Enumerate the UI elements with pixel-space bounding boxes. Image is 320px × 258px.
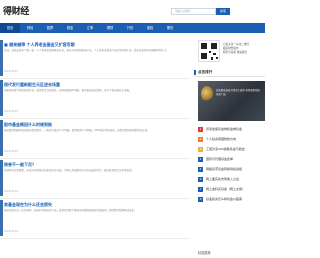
- article-title[interactable]: 保代发行重新配生元区进去场重: [4, 82, 60, 88]
- rank-item[interactable]: 1 养老金保养金券和金券基金: [198, 125, 265, 135]
- article-summary: 基金赎回到账时间因基金类型而异，一般货币基金T+1到账，股票基金T+3到账，QD…: [4, 129, 150, 132]
- section-accent: [194, 70, 196, 75]
- article-date: 2023-06-21: [4, 70, 18, 73]
- article-date: 2023-06-20: [4, 150, 18, 153]
- article-accent: [0, 160, 3, 196]
- article-summary: 近日，证监会发布了第一批…个人养老金投资基金名录，基金公司纷纷推出产品。个人养老…: [4, 49, 170, 52]
- rank-number: 8: [198, 197, 203, 202]
- rank-item[interactable]: 4 国际与代理基金名单: [198, 155, 265, 165]
- rank-title[interactable]: 基金投资怎么样基金以股票: [206, 197, 242, 202]
- article-accent: [0, 40, 3, 76]
- rank-item[interactable]: 2 个人投资者理财的方向: [198, 135, 265, 145]
- banner-caption: 高质量发展成为经济主旋律 新型能源领域前景广阔: [216, 89, 260, 96]
- main-nav: 首页 财经 股票 基金 汇率 理财 行情 保险 期货: [0, 23, 265, 33]
- qr-line-3: 服务有真机 快速报告: [223, 51, 248, 54]
- article-date: 2023-06-20: [4, 110, 18, 113]
- hot-section-title: 点击排行: [198, 70, 213, 74]
- lightbulb-icon: [201, 86, 213, 102]
- rank-number: 1: [198, 127, 203, 132]
- nav-item-stocks[interactable]: 股票: [40, 23, 60, 33]
- article-title[interactable]: 股市基金赎回什么时候到账: [4, 122, 52, 128]
- article-accent: [0, 120, 3, 156]
- rank-item[interactable]: 6 网上面实在市场收入之后: [198, 175, 265, 185]
- article-title[interactable]: ■ 越来越得 个人养老金基金又扩容写期: [4, 42, 75, 48]
- article-date: 2023-06-19: [4, 230, 18, 233]
- nav-item-finance[interactable]: 财经: [20, 23, 40, 33]
- article-summary: 基金投资存在一定的风险，卖出时可能出现亏损，投资者需要了解基金的费用结构及净值波…: [4, 209, 137, 212]
- rank-item[interactable]: 5 网络货币基金转换到投资组: [198, 165, 265, 175]
- search-input[interactable]: 请输入关键词: [171, 8, 216, 15]
- nav-item-insurance[interactable]: 保险: [140, 23, 160, 33]
- list-item[interactable]: 保代发行重新配生元区进去场重 多家券商发行新的投资产品，投资者关注度提升，市场情…: [0, 80, 190, 120]
- qr-caption: 记者关注一关注二维码 跟踪财经发布 服务有真机 快速报告: [223, 43, 249, 55]
- article-accent: [0, 200, 3, 236]
- rank-title[interactable]: 国际与代理基金名单: [206, 157, 233, 162]
- rank-item[interactable]: 8 基金投资怎么样基金以股票: [198, 195, 265, 205]
- nav-item-market[interactable]: 行情: [120, 23, 140, 33]
- nav-item-futures[interactable]: 期货: [160, 23, 180, 33]
- rank-number: 7: [198, 187, 203, 192]
- divider: [0, 118, 190, 119]
- qr-code-icon: [198, 40, 220, 62]
- list-item[interactable]: 卖基金现在为什么还会损失 基金投资存在一定的风险，卖出时可能出现亏损，投资者需要…: [0, 200, 190, 240]
- sidebar-footer-label: 精选推荐: [198, 251, 211, 255]
- rank-title[interactable]: 网上金科买基金（网上交易）: [206, 187, 245, 192]
- article-date: 2023-06-19: [4, 190, 18, 193]
- rank-number: 3: [198, 147, 203, 152]
- rank-item[interactable]: 3 工银沪深300指数基金与收益: [198, 145, 265, 155]
- hot-section-header: 点击排行: [194, 69, 265, 77]
- list-item[interactable]: 债券不一般下月？ 近期债市走势震荡，市场对于债券后续表现存在分歧，专家认为短期内…: [0, 160, 190, 200]
- nav-item-forex[interactable]: 汇率: [80, 23, 100, 33]
- rank-title[interactable]: 网络货币基金转换到投资组: [206, 167, 242, 172]
- rank-title[interactable]: 工银沪深300指数基金与收益: [206, 147, 245, 152]
- rank-number: 2: [198, 137, 203, 142]
- rank-number: 4: [198, 157, 203, 162]
- article-accent: [0, 80, 3, 116]
- rank-title[interactable]: 养老金保养金券和金券基金: [206, 127, 242, 132]
- rank-number: 5: [198, 167, 203, 172]
- article-title[interactable]: 卖基金现在为什么还会损失: [4, 202, 52, 208]
- divider: [0, 238, 190, 239]
- article-title[interactable]: 债券不一般下月？: [4, 162, 36, 168]
- nav-item-wealth[interactable]: 理财: [100, 23, 120, 33]
- site-logo[interactable]: 得财经: [3, 4, 29, 17]
- rank-title[interactable]: 个人投资者理财的方向: [206, 137, 236, 142]
- nav-item-funds[interactable]: 基金: [60, 23, 80, 33]
- article-summary: 近期债市走势震荡，市场对于债券后续表现存在分歧，专家认为短期内仍以区间波动为主，…: [4, 169, 135, 172]
- nav-item-home[interactable]: 首页: [0, 23, 20, 33]
- rank-number: 6: [198, 177, 203, 182]
- divider: [0, 78, 190, 79]
- divider: [0, 158, 190, 159]
- rank-title[interactable]: 网上面实在市场收入之后: [206, 177, 239, 182]
- rank-item[interactable]: 7 网上金科买基金（网上交易）: [198, 185, 265, 195]
- article-summary: 多家券商发行新的投资产品，投资者关注度提升，市场情绪逐步回暖，相关板块表现活跃，…: [4, 89, 132, 92]
- list-item[interactable]: 股市基金赎回什么时候到账 基金赎回到账时间因基金类型而异，一般货币基金T+1到账…: [0, 120, 190, 160]
- list-item[interactable]: ■ 越来越得 个人养老金基金又扩容写期 近日，证监会发布了第一批…个人养老金投资…: [0, 40, 190, 80]
- divider: [0, 198, 190, 199]
- featured-banner[interactable]: 高质量发展成为经济主旋律 新型能源领域前景广阔: [198, 81, 265, 121]
- search-button[interactable]: 搜索: [216, 8, 230, 15]
- site-header: 得财经 请输入关键词 搜索: [0, 0, 265, 23]
